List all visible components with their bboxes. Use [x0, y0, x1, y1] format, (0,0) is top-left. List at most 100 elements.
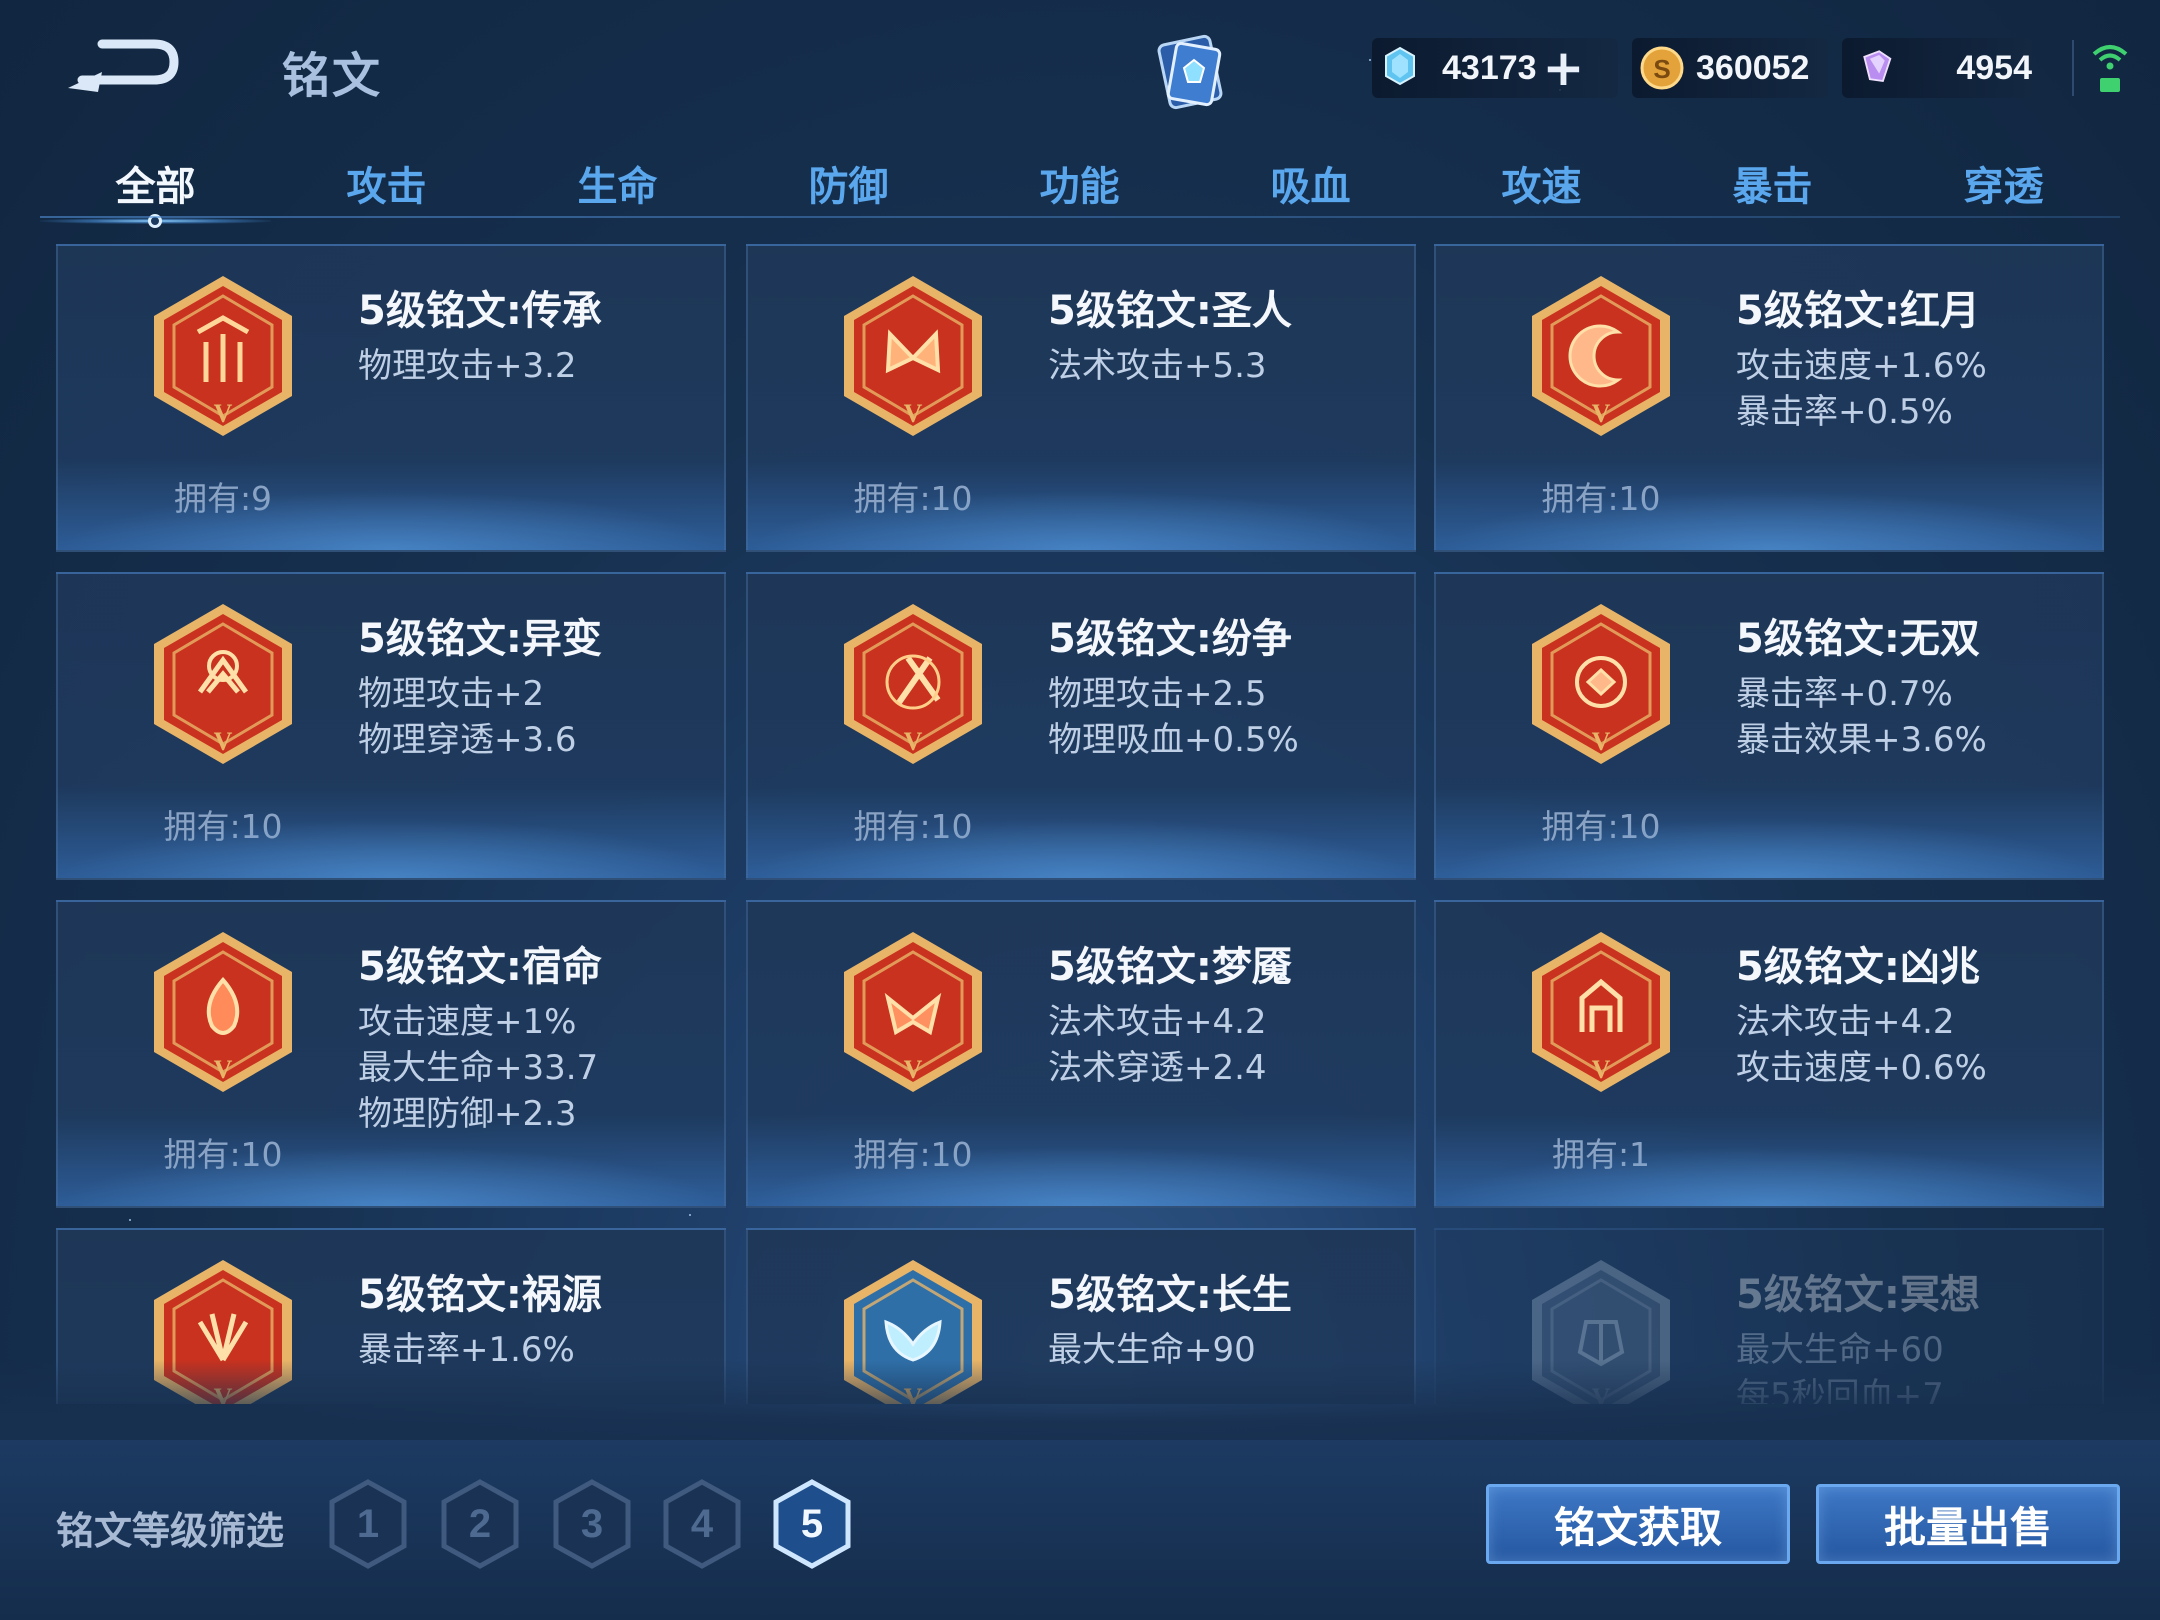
level-number: 5: [800, 1501, 824, 1546]
inscription-card[interactable]: V 5级铭文:凶兆法术攻击+4.2 攻击速度+0.6% 拥有:1: [1434, 900, 2104, 1208]
back-arrow-icon[interactable]: [62, 32, 182, 102]
crystal-amount: 4954: [1956, 48, 2032, 87]
svg-text:S: S: [1653, 54, 1670, 84]
list-fade-overlay: [0, 1360, 2160, 1450]
inscription-card[interactable]: V 5级铭文:异变 物理攻击+2 物理穿透+3.6 拥有:10: [56, 572, 726, 880]
get-inscription-button[interactable]: 铭文获取: [1486, 1484, 1790, 1564]
inscription-book-icon[interactable]: [1150, 30, 1234, 114]
inscription-stat: 物理吸血+0.5%: [1048, 720, 1299, 760]
tab-all[interactable]: 全部: [40, 150, 271, 228]
level-filter-3[interactable]: 3: [550, 1478, 634, 1570]
owned-count: 拥有:10: [163, 1135, 283, 1174]
crown-pillar-icon: V: [154, 276, 292, 436]
inscription-title: 5级铭文:红月: [1736, 288, 1980, 334]
page-title: 铭文: [282, 48, 383, 104]
add-gem-button[interactable]: +: [1543, 43, 1585, 93]
svg-text:V: V: [214, 1055, 233, 1084]
inscription-stat: 暴击率+0.7%: [1736, 674, 1953, 714]
category-tabs: 全部 攻击 生命 防御 功能 吸血 攻速 暴击 穿透: [40, 150, 2120, 228]
inscription-stat: 法术攻击+4.2: [1736, 1002, 1955, 1042]
svg-text:V: V: [904, 1055, 923, 1084]
gold-amount: 360052: [1696, 48, 1810, 87]
butterfly-icon: V: [844, 276, 982, 436]
gem-amount: 43173: [1442, 48, 1537, 87]
tab-penetration[interactable]: 穿透: [1888, 150, 2119, 220]
inscription-card[interactable]: V 5级铭文:宿命攻击速度+1% 最大生命+33.7 物理防御+2.3 拥有:10: [56, 900, 726, 1208]
inscription-stat: 暴击率+0.5%: [1736, 392, 1953, 432]
inscription-stat: 攻击速度+0.6%: [1736, 1048, 1987, 1088]
inscription-card[interactable]: V 5级铭文:传承物理攻击+3.2 拥有:9: [56, 244, 726, 552]
level-filter-2[interactable]: 2: [438, 1478, 522, 1570]
inscription-title: 5级铭文:祸源: [358, 1272, 602, 1318]
blue-gem-icon: [1385, 46, 1415, 86]
inscription-stat: 最大生命+33.7: [358, 1048, 599, 1088]
inscription-stat: 暴击效果+3.6%: [1736, 720, 1987, 760]
tab-utility[interactable]: 功能: [964, 150, 1195, 220]
inscription-stat: 物理攻击+3.2: [358, 346, 577, 386]
header-divider: [2072, 40, 2074, 96]
purple-crystal-icon: [1863, 50, 1892, 83]
level-filter-1[interactable]: 1: [326, 1478, 410, 1570]
inscription-title: 5级铭文:梦魇: [1048, 944, 1292, 990]
inscription-card[interactable]: V 5级铭文:纷争 物理攻击+2.5 物理吸血+0.5% 拥有:10: [746, 572, 1416, 880]
tab-defense[interactable]: 防御: [733, 150, 964, 220]
inscription-stat: 攻击速度+1%: [358, 1002, 577, 1042]
inscription-stat: 物理防御+2.3: [358, 1094, 577, 1134]
bat-wing-icon: V: [844, 932, 982, 1092]
flame-icon: V: [154, 932, 292, 1092]
crystal-currency: 4954: [1842, 38, 2032, 98]
tab-lifesteal[interactable]: 吸血: [1195, 150, 1426, 220]
owned-count: 拥有:10: [163, 807, 283, 846]
inscription-title: 5级铭文:圣人: [1048, 288, 1292, 334]
inscription-title: 5级铭文:长生: [1048, 1272, 1292, 1318]
owned-count: 拥有:1: [1551, 1135, 1651, 1174]
inscription-stat: 物理穿透+3.6: [358, 720, 577, 760]
tab-health[interactable]: 生命: [502, 150, 733, 220]
owned-count: 拥有:9: [173, 479, 273, 518]
crossed-blades-icon: V: [844, 604, 982, 764]
inscription-stat: 物理攻击+2.5: [1048, 674, 1267, 714]
inscription-stat: 物理攻击+2: [358, 674, 545, 714]
level-number: 2: [468, 1501, 492, 1546]
svg-text:V: V: [1592, 399, 1611, 428]
inscription-title: 5级铭文:传承: [358, 288, 602, 334]
inscription-card[interactable]: V 5级铭文:无双暴击率+0.7% 暴击效果+3.6% 拥有:10: [1434, 572, 2104, 880]
owned-count: 拥有:10: [1541, 807, 1661, 846]
tab-attack-speed[interactable]: 攻速: [1426, 150, 1657, 220]
bulk-sell-button[interactable]: 批量出售: [1816, 1484, 2120, 1564]
inscription-title: 5级铭文:冥想: [1736, 1272, 1980, 1318]
svg-text:V: V: [904, 399, 923, 428]
inscription-stat: 法术攻击+4.2: [1048, 1002, 1267, 1042]
vortex-eye-icon: V: [1532, 604, 1670, 764]
crown-gate-icon: V: [1532, 932, 1670, 1092]
owned-count: 拥有:10: [853, 1135, 973, 1174]
gold-coin-icon: S: [1640, 46, 1684, 90]
inscription-title: 5级铭文:凶兆: [1736, 944, 1980, 990]
level-filter-5[interactable]: 5: [770, 1478, 854, 1570]
inscription-stat: 法术穿透+2.4: [1048, 1048, 1267, 1088]
inscription-title: 5级铭文:无双: [1736, 616, 1980, 662]
svg-text:V: V: [214, 399, 233, 428]
tab-attack[interactable]: 攻击: [271, 150, 502, 220]
gold-currency: S 360052: [1632, 38, 1828, 98]
mask-icon: V: [154, 604, 292, 764]
crescent-moon-icon: V: [1532, 276, 1670, 436]
inscription-card[interactable]: V 5级铭文:红月 攻击速度+1.6% 暴击率+0.5% 拥有:10: [1434, 244, 2104, 552]
level-filter-4[interactable]: 4: [660, 1478, 744, 1570]
owned-count: 拥有:10: [853, 807, 973, 846]
svg-text:V: V: [1592, 1055, 1611, 1084]
svg-text:V: V: [1592, 727, 1611, 756]
level-filter-label: 铭文等级筛选: [56, 1509, 285, 1553]
inscription-title: 5级铭文:宿命: [358, 944, 602, 990]
gem-currency: 43173 +: [1372, 38, 1618, 98]
level-number: 3: [580, 1501, 604, 1546]
level-number: 1: [356, 1501, 380, 1546]
inscription-card[interactable]: V 5级铭文:圣人法术攻击+5.3 拥有:10: [746, 244, 1416, 552]
tab-critical[interactable]: 暴击: [1657, 150, 1888, 220]
inscription-stat: 攻击速度+1.6%: [1736, 346, 1987, 386]
owned-count: 拥有:10: [853, 479, 973, 518]
level-number: 4: [690, 1501, 714, 1546]
wifi-signal-icon: [2092, 45, 2128, 92]
inscription-stat: 法术攻击+5.3: [1048, 346, 1267, 386]
inscription-card[interactable]: V 5级铭文:梦魇法术攻击+4.2 法术穿透+2.4 拥有:10: [746, 900, 1416, 1208]
